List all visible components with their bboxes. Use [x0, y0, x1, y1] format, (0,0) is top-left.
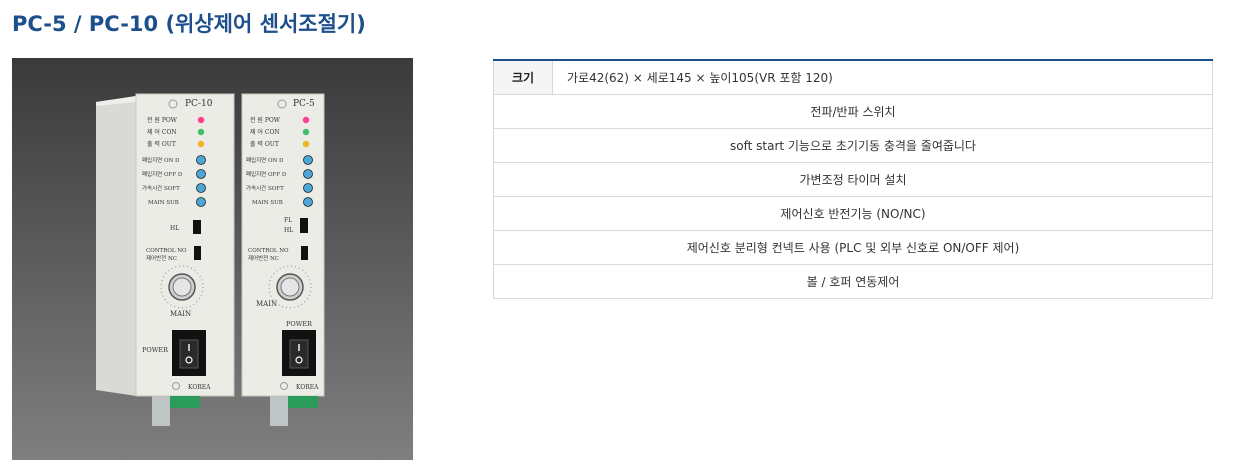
- left-trimmer-1: [196, 155, 206, 165]
- feature-row: 볼 / 호퍼 연동제어: [493, 264, 1213, 299]
- spec-table: 크기 가로42(62) × 세로145 × 높이105(VR 포함 120) 전…: [493, 59, 1213, 299]
- feature-text: 볼 / 호퍼 연동제어: [493, 264, 1213, 299]
- left-connector: [170, 396, 200, 408]
- right-power-label: POWER: [286, 320, 313, 328]
- right-control-label-no: CONTROL NO: [248, 248, 289, 254]
- left-trim-label-3: 가속시간 SOFT: [142, 184, 180, 192]
- left-control-label-no: CONTROL NO: [146, 248, 187, 254]
- left-korea-label: KOREA: [188, 384, 211, 391]
- feature-row: 제어신호 분리형 컨넥트 사용 (PLC 및 외부 신호로 ON/OFF 제어): [493, 230, 1213, 265]
- right-trimmer-2: [303, 169, 313, 179]
- right-led-label-con: 제 어 CON: [250, 128, 280, 136]
- right-trim-label-2: 폐입지연 OFF D: [246, 170, 287, 178]
- right-out-led: [302, 140, 310, 148]
- right-unit: PC-5 전 원 POW 제 어 CON 출 력 OUT 폐입지연 ON D 폐…: [241, 93, 325, 397]
- feature-row: 가변조정 타이머 설치: [493, 162, 1213, 197]
- left-con-led: [197, 128, 205, 136]
- left-power-label: POWER: [142, 346, 169, 354]
- left-control-switch: [194, 246, 201, 260]
- right-trim-label-1: 폐입지연 ON D: [246, 156, 284, 164]
- feature-text: 제어신호 반전기능 (NO/NC): [493, 196, 1213, 231]
- left-led-label-pow: 전 원 POW: [147, 116, 178, 124]
- right-control-switch: [301, 246, 308, 260]
- right-con-led: [302, 128, 310, 136]
- left-trimmer-3: [196, 183, 206, 193]
- right-fl-label: FL: [284, 217, 292, 224]
- feature-row: 전파/반파 스위치: [493, 94, 1213, 129]
- right-trimmer-1: [303, 155, 313, 165]
- left-model-label: PC-10: [185, 99, 213, 109]
- left-trim-label-1: 폐입지연 ON D: [142, 156, 180, 164]
- right-dial-label: MAIN: [256, 300, 277, 308]
- right-trimmer-3: [303, 183, 313, 193]
- spec-row-size: 크기 가로42(62) × 세로145 × 높이105(VR 포함 120): [493, 60, 1213, 95]
- left-unit: PC-10 전 원 POW 제 어 CON 출 력 OUT 폐입지연 ON D …: [135, 93, 235, 397]
- feature-row: soft start 기능으로 초기기동 충격을 줄여줍니다: [493, 128, 1213, 163]
- page-title: PC-5 / PC-10 (위상제어 센서조절기): [12, 12, 366, 36]
- right-model-label: PC-5: [293, 99, 315, 109]
- right-pow-led: [302, 116, 310, 124]
- feature-row: 제어신호 반전기능 (NO/NC): [493, 196, 1213, 231]
- right-trim-label-3: 가속시간 SOFT: [246, 184, 284, 192]
- left-control-label-nc: 제어반전 NC: [146, 254, 177, 262]
- heatsink-side: [96, 96, 136, 396]
- left-led-label-out: 출 력 OUT: [147, 140, 176, 148]
- size-header: 크기: [493, 60, 553, 95]
- right-korea-label: KOREA: [296, 384, 319, 391]
- right-hl-label: HL: [284, 227, 293, 234]
- right-cable: [270, 396, 288, 426]
- feature-text: soft start 기능으로 초기기동 충격을 줄여줍니다: [493, 128, 1213, 163]
- left-led-label-con: 제 어 CON: [147, 128, 177, 136]
- left-hl-switch: [193, 220, 201, 234]
- feature-text: 가변조정 타이머 설치: [493, 162, 1213, 197]
- left-dial-label: MAIN: [170, 310, 191, 318]
- right-led-label-out: 출 력 OUT: [250, 140, 279, 148]
- right-control-label-nc: 제어반전 NC: [248, 254, 279, 262]
- right-connector: [288, 396, 318, 408]
- product-photo: PC-10 전 원 POW 제 어 CON 출 력 OUT 폐입지연 ON D …: [12, 58, 413, 460]
- left-pow-led: [197, 116, 205, 124]
- left-cable: [152, 396, 170, 426]
- left-trimmer-4: [196, 197, 206, 207]
- size-value: 가로42(62) × 세로145 × 높이105(VR 포함 120): [552, 60, 1213, 95]
- right-led-label-pow: 전 원 POW: [250, 116, 281, 124]
- feature-text: 제어신호 분리형 컨넥트 사용 (PLC 및 외부 신호로 ON/OFF 제어): [493, 230, 1213, 265]
- right-trim-label-4: MAIN SUB: [252, 200, 283, 206]
- left-trim-label-2: 폐입지연 OFF D: [142, 170, 183, 178]
- right-fl-hl-switch: [300, 218, 308, 233]
- left-trim-label-4: MAIN SUB: [148, 200, 179, 206]
- right-trimmer-4: [303, 197, 313, 207]
- feature-text: 전파/반파 스위치: [493, 94, 1213, 129]
- left-out-led: [197, 140, 205, 148]
- left-trimmer-2: [196, 169, 206, 179]
- left-hl-label: HL: [170, 225, 179, 232]
